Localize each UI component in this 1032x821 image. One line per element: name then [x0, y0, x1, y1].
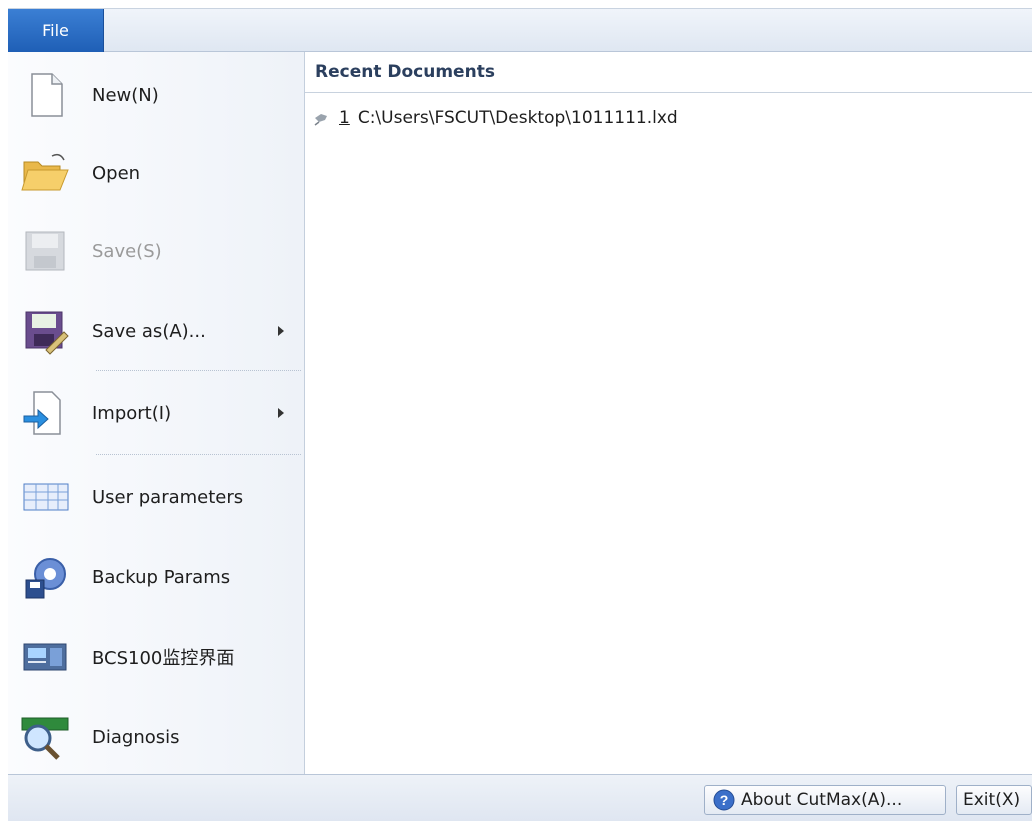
- menu-separator: [96, 370, 301, 371]
- new-document-icon: [31, 73, 63, 117]
- menu-item-new[interactable]: New(N): [8, 56, 304, 134]
- ribbon-title-bar: File: [8, 8, 1032, 52]
- gear-disk-icon: [25, 558, 66, 599]
- menu-item-label: Save as(A)...: [92, 320, 206, 342]
- about-button[interactable]: ? About CutMax(A)...: [704, 785, 946, 815]
- menu-item-save[interactable]: Save(S): [8, 212, 304, 290]
- menu-item-label: User parameters: [92, 486, 244, 508]
- recent-document-path: C:\Users\FSCUT\Desktop\1011111.lxd: [357, 108, 678, 128]
- menu-item-bcs100[interactable]: BCS100监控界面: [8, 618, 304, 696]
- file-backstage-menu: File New(N) Open Save(S) Save as(A)... I…: [8, 0, 1032, 821]
- menu-item-save-as[interactable]: Save as(A)...: [8, 292, 304, 370]
- pin-icon: [314, 114, 327, 126]
- menu-item-open[interactable]: Open: [8, 134, 304, 212]
- menu-item-diagnosis[interactable]: Diagnosis: [8, 698, 304, 776]
- folder-open-icon: [21, 153, 69, 191]
- help-icon: ?: [713, 789, 735, 811]
- recent-documents-header: Recent Documents: [315, 62, 495, 82]
- submenu-arrow-icon: [278, 326, 284, 336]
- menu-item-label: BCS100监控界面: [92, 648, 235, 669]
- backstage-footer: ? About CutMax(A)... Exit(X): [8, 774, 1032, 821]
- recent-documents-pane: Recent Documents 1 C:\Users\FSCUT\Deskto…: [305, 52, 1032, 774]
- submenu-arrow-icon: [278, 408, 284, 418]
- menu-item-label: New(N): [92, 84, 159, 106]
- import-icon: [23, 391, 61, 435]
- monitor-panel-icon: [23, 643, 67, 671]
- command-list: New(N) Open Save(S) Save as(A)... Import…: [8, 52, 305, 774]
- menu-item-import[interactable]: Import(I): [8, 374, 304, 452]
- save-disk-icon: [25, 231, 65, 271]
- magnifier-board-icon: [21, 717, 69, 760]
- svg-text:?: ?: [720, 792, 729, 808]
- menu-item-user-parameters[interactable]: User parameters: [8, 458, 304, 536]
- exit-button[interactable]: Exit(X): [956, 785, 1032, 815]
- save-as-icon: [25, 311, 69, 355]
- menu-item-backup-params[interactable]: Backup Params: [8, 538, 304, 616]
- menu-item-label: Save(S): [92, 240, 162, 262]
- table-icon: [23, 483, 69, 511]
- menu-item-label: Diagnosis: [92, 726, 180, 748]
- top-strip: [8, 0, 1032, 8]
- about-button-label: About CutMax(A)...: [741, 790, 903, 810]
- menu-item-label: Backup Params: [92, 566, 231, 588]
- exit-button-label: Exit(X): [963, 790, 1021, 810]
- recent-document-item[interactable]: 1 C:\Users\FSCUT\Desktop\1011111.lxd: [313, 106, 678, 130]
- menu-item-label: Open: [92, 162, 141, 184]
- menu-item-label: Import(I): [92, 402, 172, 424]
- recent-divider: [305, 92, 1032, 93]
- menu-separator: [96, 454, 301, 455]
- recent-document-number: 1: [339, 108, 350, 128]
- file-tab[interactable]: File: [8, 9, 104, 52]
